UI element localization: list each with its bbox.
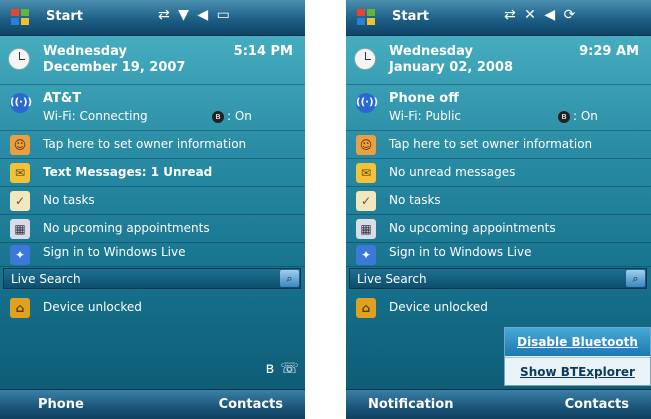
windows-flag-icon[interactable] — [9, 6, 31, 28]
messages-label: Text Messages: 1 Unread — [43, 165, 213, 179]
bluetooth-status: ʙ: On — [212, 109, 252, 123]
weekday-label: Wednesday — [43, 44, 127, 59]
owner-info-label: Tap here to set owner information — [389, 137, 593, 151]
bluetooth-popup-menu: Disable Bluetooth Show BTExplorer — [504, 327, 651, 386]
windows-flag-icon[interactable] — [355, 6, 377, 28]
windows-live-row[interactable]: ✦ Sign in to Windows Live — [346, 243, 651, 267]
owner-info-row[interactable]: ☺ Tap here to set owner information — [0, 131, 305, 159]
windows-live-icon: ✦ — [356, 245, 376, 265]
phone-tray-icon[interactable]: ☏ — [280, 359, 299, 377]
network-name: Phone off — [389, 91, 459, 106]
contacts-softkey[interactable]: Contacts — [565, 397, 629, 412]
show-btexplorer-menu-item[interactable]: Show BTExplorer — [505, 357, 650, 386]
search-placeholder: Live Search — [11, 272, 81, 286]
soft-key-bar: Phone Contacts — [0, 389, 305, 419]
device-lock-row[interactable]: ⌂ Device unlocked — [0, 295, 305, 320]
calendar-icon: ▦ — [356, 219, 376, 239]
envelope-icon: ✉ — [356, 163, 376, 183]
tasks-label: No tasks — [43, 193, 95, 207]
status-indicator-icons[interactable]: ⇄ ✕ ◀ ⟳ — [504, 7, 577, 23]
notification-softkey[interactable]: Notification — [368, 397, 453, 412]
title-bar: Start ⇄ ✕ ◀ ⟳ — [346, 0, 651, 36]
clock-icon — [354, 48, 376, 70]
date-time-row[interactable]: Wednesday December 19, 2007 5:14 PM — [0, 36, 305, 85]
device-lock-label: Device unlocked — [43, 300, 142, 314]
tasks-label: No tasks — [389, 193, 441, 207]
search-icon[interactable]: ⌕ — [626, 270, 645, 287]
antenna-icon: ((·)) — [10, 93, 32, 113]
status-indicator-icons[interactable]: ⇄ ▼ ◀ ▭ — [158, 7, 232, 23]
windows-live-icon: ✦ — [10, 245, 30, 265]
appointments-label: No upcoming appointments — [389, 221, 556, 235]
calendar-icon: ▦ — [10, 219, 30, 239]
messages-row[interactable]: ✉ No unread messages — [346, 159, 651, 187]
search-icon[interactable]: ⌕ — [280, 270, 299, 287]
live-search-input[interactable]: Live Search ⌕ — [3, 268, 301, 289]
padlock-icon: ⌂ — [10, 298, 30, 318]
connectivity-row[interactable]: ((·)) AT&T Wi-Fi: Connecting ʙ: On — [0, 85, 305, 131]
time-label: 9:29 AM — [579, 44, 639, 59]
person-icon: ☺ — [10, 135, 30, 155]
start-menu-button[interactable]: Start — [392, 9, 429, 24]
soft-key-bar: Notification Contacts — [346, 389, 651, 419]
today-screen-left: Start ⇄ ▼ ◀ ▭ Wednesday December 19, 200… — [0, 0, 305, 419]
padlock-icon: ⌂ — [356, 298, 376, 318]
person-icon: ☺ — [356, 135, 376, 155]
appointments-row[interactable]: ▦ No upcoming appointments — [0, 215, 305, 243]
tasks-row[interactable]: ✓ No tasks — [346, 187, 651, 215]
network-name: AT&T — [43, 91, 82, 106]
owner-info-row[interactable]: ☺ Tap here to set owner information — [346, 131, 651, 159]
clipboard-icon: ✓ — [356, 191, 376, 211]
wifi-status: Wi-Fi: Connecting — [43, 109, 148, 123]
device-lock-row[interactable]: ⌂ Device unlocked — [346, 295, 651, 320]
date-label: December 19, 2007 — [43, 60, 186, 75]
bluetooth-tray-icon[interactable]: ʙ — [266, 359, 275, 377]
date-label: January 02, 2008 — [389, 60, 514, 75]
today-screen-right: Start ⇄ ✕ ◀ ⟳ Wednesday January 02, 2008… — [346, 0, 651, 419]
windows-live-label: Sign in to Windows Live — [389, 245, 532, 259]
phone-softkey[interactable]: Phone — [38, 397, 84, 412]
bluetooth-status: ʙ: On — [558, 109, 598, 123]
device-lock-label: Device unlocked — [389, 300, 488, 314]
date-time-row[interactable]: Wednesday January 02, 2008 9:29 AM — [346, 36, 651, 85]
windows-live-row[interactable]: ✦ Sign in to Windows Live — [0, 243, 305, 267]
owner-info-label: Tap here to set owner information — [43, 137, 247, 151]
contacts-softkey[interactable]: Contacts — [219, 397, 283, 412]
bluetooth-icon: ʙ — [558, 110, 570, 123]
wifi-status: Wi-Fi: Public — [389, 109, 461, 123]
notification-tray: ʙ ☏ — [260, 359, 299, 377]
connectivity-row[interactable]: ((·)) Phone off Wi-Fi: Public ʙ: On — [346, 85, 651, 131]
title-bar: Start ⇄ ▼ ◀ ▭ — [0, 0, 305, 36]
disable-bluetooth-menu-item[interactable]: Disable Bluetooth — [505, 328, 650, 356]
envelope-icon: ✉ — [10, 163, 30, 183]
search-placeholder: Live Search — [357, 272, 427, 286]
tasks-row[interactable]: ✓ No tasks — [0, 187, 305, 215]
bluetooth-icon: ʙ — [212, 110, 224, 123]
windows-live-label: Sign in to Windows Live — [43, 245, 186, 259]
appointments-row[interactable]: ▦ No upcoming appointments — [346, 215, 651, 243]
appointments-label: No upcoming appointments — [43, 221, 210, 235]
weekday-label: Wednesday — [389, 44, 473, 59]
time-label: 5:14 PM — [233, 44, 293, 59]
antenna-icon: ((·)) — [356, 93, 378, 113]
messages-label: No unread messages — [389, 165, 516, 179]
messages-row[interactable]: ✉ Text Messages: 1 Unread — [0, 159, 305, 187]
clipboard-icon: ✓ — [10, 191, 30, 211]
live-search-input[interactable]: Live Search ⌕ — [349, 268, 647, 289]
clock-icon — [8, 48, 30, 70]
start-menu-button[interactable]: Start — [46, 9, 83, 24]
